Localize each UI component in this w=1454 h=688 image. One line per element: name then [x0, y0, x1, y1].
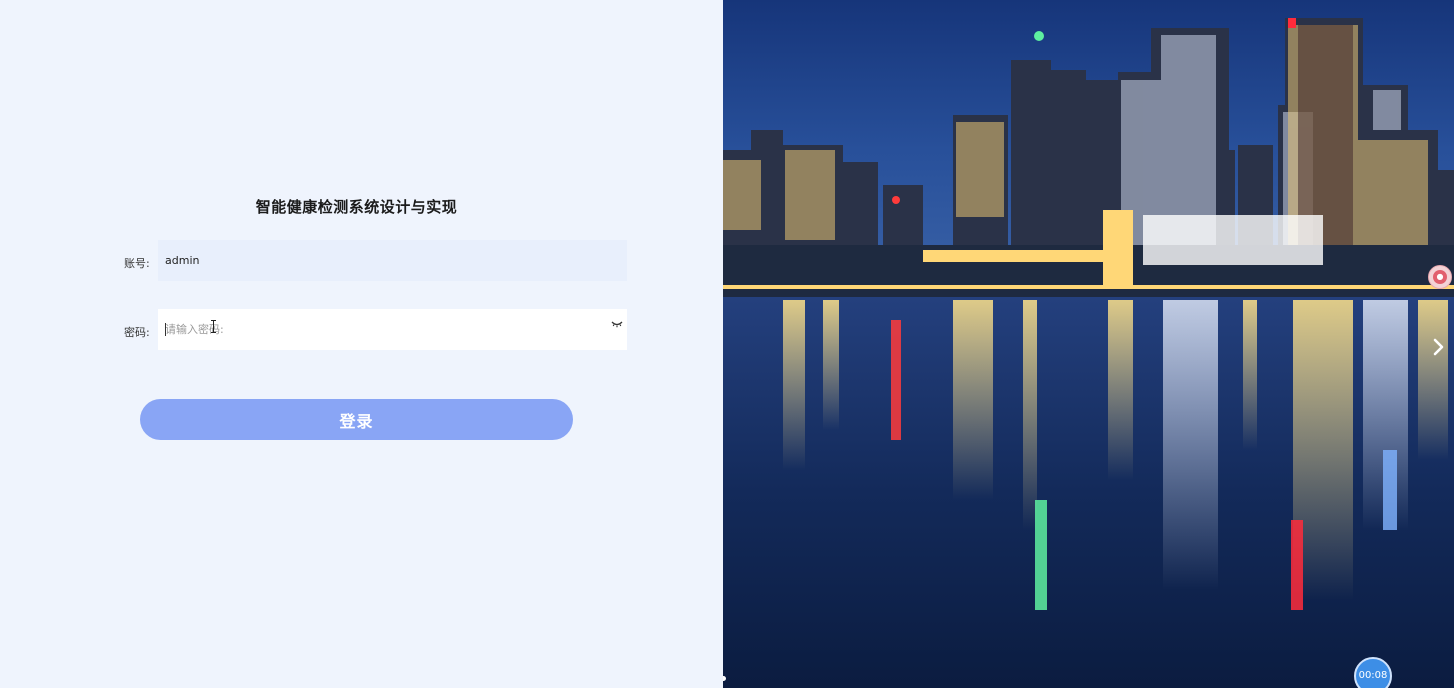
city-skyline-image [723, 0, 1454, 688]
text-caret [165, 323, 166, 336]
chevron-right-icon[interactable] [1430, 336, 1448, 358]
text-cursor-icon [211, 320, 216, 333]
password-label: 密码: [124, 326, 150, 339]
helper-icon: ● [1433, 270, 1447, 284]
slideshow-timer[interactable]: 00:08 [1354, 657, 1392, 688]
page-title: 智能健康检测系统设计与实现 [255, 198, 458, 216]
account-input[interactable] [158, 240, 627, 281]
account-label: 账号: [124, 257, 150, 270]
background-slideshow: ● 00:08 [723, 0, 1454, 688]
login-page: 智能健康检测系统设计与实现 账号: 密码: 登录 [0, 0, 1454, 688]
login-button[interactable]: 登录 [140, 399, 573, 440]
password-input[interactable] [158, 309, 627, 350]
floating-helper-badge[interactable]: ● [1428, 265, 1452, 289]
login-panel: 智能健康检测系统设计与实现 账号: 密码: 登录 [0, 0, 723, 688]
eye-closed-icon[interactable] [611, 319, 623, 329]
